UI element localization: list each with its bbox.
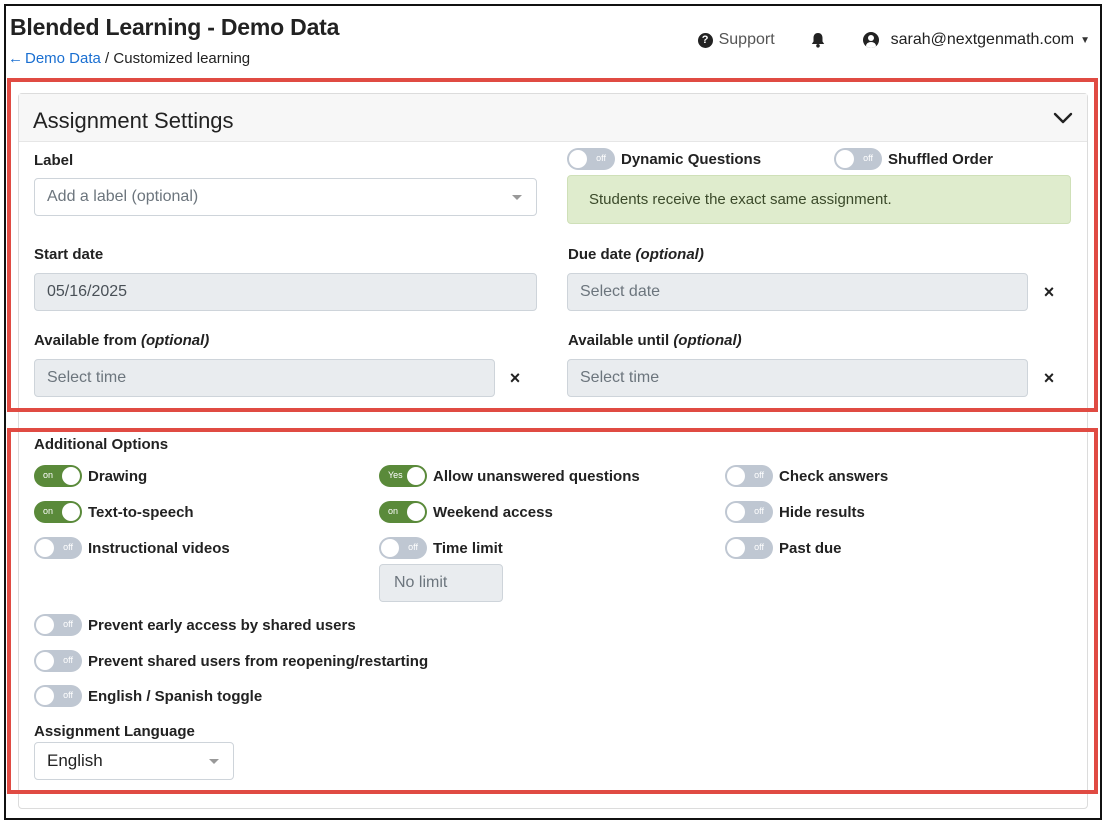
start-date-input[interactable]: 05/16/2025 [34,273,537,311]
check-answers-toggle[interactable]: off Check answers [725,465,888,487]
header-actions: ? Support sarah@nextgenmath.com ▼ [697,31,1090,49]
prevent-reopen-toggle[interactable]: off Prevent shared users from reopening/… [34,650,428,672]
assignment-language-label: Assignment Language [34,723,195,740]
instructional-videos-toggle[interactable]: off Instructional videos [34,537,230,559]
weekend-access-label: Weekend access [433,503,553,521]
available-until-input[interactable]: Select time [567,359,1028,397]
clear-available-until-icon[interactable]: × [1041,368,1057,389]
hide-results-toggle[interactable]: off Hide results [725,501,865,523]
support-label: Support [718,31,775,48]
start-date-label: Start date [34,246,104,263]
question-circle-icon: ? [697,32,713,48]
allow-unanswered-switch[interactable]: Yes [379,465,427,487]
user-circle-icon [862,32,879,48]
weekend-access-switch[interactable]: on [379,501,427,523]
allow-unanswered-label: Allow unanswered questions [433,467,640,485]
breadcrumb: ← Demo Data / Customized learning [8,50,250,67]
dynamic-questions-switch[interactable]: off [567,148,615,170]
back-arrow-icon[interactable]: ← [8,50,23,67]
card-header[interactable]: Assignment Settings [19,94,1087,142]
prevent-early-access-toggle[interactable]: off Prevent early access by shared users [34,614,356,636]
dynamic-questions-label: Dynamic Questions [621,150,762,168]
drawing-switch[interactable]: on [34,465,82,487]
time-limit-switch[interactable]: off [379,537,427,559]
label-select[interactable]: Add a label (optional) [34,178,537,216]
instructional-videos-switch[interactable]: off [34,537,82,559]
label-placeholder: Add a label (optional) [47,188,199,205]
time-limit-input[interactable]: No limit [379,564,503,602]
due-date-label: Due date (optional) [568,246,704,263]
breadcrumb-link-demo-data[interactable]: Demo Data [25,50,101,67]
available-from-label: Available from (optional) [34,332,210,349]
breadcrumb-current: Customized learning [113,50,251,67]
text-to-speech-toggle[interactable]: on Text-to-speech [34,501,194,523]
prevent-reopen-switch[interactable]: off [34,650,82,672]
info-alert: Students receive the exact same assignme… [567,175,1071,224]
top-header: Blended Learning - Demo Data ← Demo Data … [6,6,1100,78]
card-title: Assignment Settings [33,108,234,133]
user-menu[interactable]: sarah@nextgenmath.com [891,31,1074,49]
shuffled-order-label: Shuffled Order [888,150,994,168]
available-until-label: Available until (optional) [568,332,742,349]
drawing-toggle[interactable]: on Drawing [34,465,147,487]
past-due-label: Past due [779,539,842,557]
text-to-speech-label: Text-to-speech [88,503,194,521]
due-date-input[interactable]: Select date [567,273,1028,311]
hide-results-label: Hide results [779,503,865,521]
collapse-chevron-icon[interactable] [1051,106,1075,130]
clear-due-date-icon[interactable]: × [1041,282,1057,303]
assignment-language-value: English [47,751,103,770]
text-to-speech-switch[interactable]: on [34,501,82,523]
label-heading: Label [34,152,74,169]
caret-down-icon [209,759,219,764]
additional-options-heading: Additional Options [34,436,169,453]
dynamic-questions-toggle[interactable]: off Dynamic Questions [567,148,761,170]
check-answers-switch[interactable]: off [725,465,773,487]
shuffled-order-toggle[interactable]: off Shuffled Order [834,148,993,170]
breadcrumb-separator: / [105,50,110,67]
prevent-reopen-label: Prevent shared users from reopening/rest… [88,652,429,670]
english-spanish-switch[interactable]: off [34,685,82,707]
time-limit-label: Time limit [433,539,503,557]
hide-results-switch[interactable]: off [725,501,773,523]
caret-down-icon [512,195,522,200]
shuffled-order-switch[interactable]: off [834,148,882,170]
english-spanish-label: English / Spanish toggle [88,687,263,705]
prevent-early-access-label: Prevent early access by shared users [88,616,356,634]
allow-unanswered-toggle[interactable]: Yes Allow unanswered questions [379,465,640,487]
english-spanish-toggle[interactable]: off English / Spanish toggle [34,685,262,707]
past-due-switch[interactable]: off [725,537,773,559]
clear-available-from-icon[interactable]: × [507,368,523,389]
bell-icon[interactable] [811,32,825,48]
time-limit-toggle[interactable]: off Time limit [379,537,503,559]
support-link[interactable]: ? Support [697,31,775,49]
instructional-videos-label: Instructional videos [88,539,230,557]
weekend-access-toggle[interactable]: on Weekend access [379,501,553,523]
past-due-toggle[interactable]: off Past due [725,537,842,559]
assignment-language-select[interactable]: English [34,742,234,780]
check-answers-label: Check answers [779,467,889,485]
app-window: Blended Learning - Demo Data ← Demo Data … [4,4,1102,820]
available-from-input[interactable]: Select time [34,359,495,397]
chevron-down-icon[interactable]: ▼ [1080,35,1090,46]
page-title: Blended Learning - Demo Data [10,14,340,40]
drawing-label: Drawing [88,467,148,485]
prevent-early-access-switch[interactable]: off [34,614,82,636]
